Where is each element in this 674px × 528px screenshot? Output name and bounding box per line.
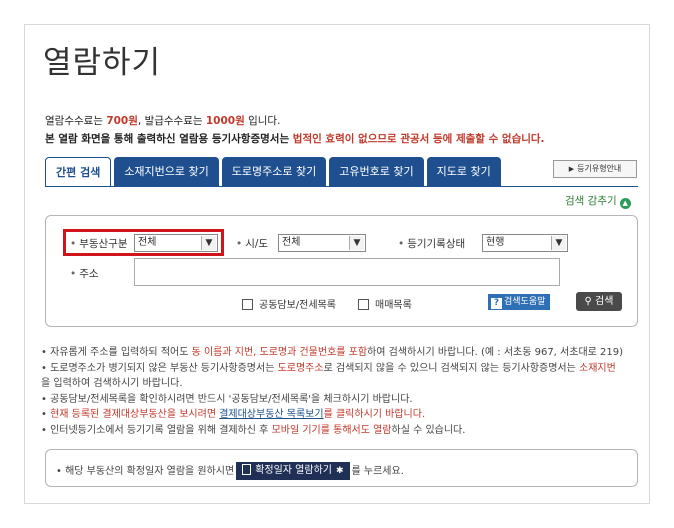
list-item: 공동담보/전세목록을 확인하시려면 반드시 '공동담보/전세목록'을 체크하시기… [41,392,641,408]
search-button[interactable]: ⚲ 검색 [576,292,622,311]
tab-simple-search[interactable]: 간편 검색 [45,157,112,187]
address-label: • 주소 [70,268,99,280]
registry-type-guide-button[interactable]: ▶ 등기유형안내 [553,160,637,178]
chevron-down-icon: ▼ [201,236,216,250]
confirm-date-box: • 해당 부동산의 확정일자 열람을 원하시면 확정일자 열람하기 ✱ 를 누르세요. [45,449,638,487]
chevron-down-icon: ▼ [349,236,364,250]
checkbox-icon [358,299,369,310]
content-area: 열람하기 열람수수료는 700원, 발급수수료는 1000원 입니다. 본 열람… [33,33,641,495]
search-help-button[interactable]: ? 검색도움말 [488,294,550,310]
address-input[interactable] [134,258,560,286]
legal-warning: 본 열람 화면을 통해 출력하신 열람용 등기사항증명서는 법적인 효력이 없으… [45,133,545,145]
search-form: • 부동산구분 전체 ▼ • 시/도 전체 ▼ • 등기기록상태 현행 ▼ • 주소 공동담보… [45,215,638,327]
tab-map-search[interactable]: 지도로 찾기 [426,157,501,187]
tab-unique-number-search[interactable]: 고유번호로 찾기 [329,157,424,187]
browser-frame: 열람하기 열람수수료는 700원, 발급수수료는 1000원 입니다. 본 열람… [24,24,650,504]
list-item: 현재 등록된 결제대상부동산을 보시려면 결제대상부동산 목록보기를 클릭하시기… [41,407,641,423]
confirm-date-text: • 해당 부동산의 확정일자 열람을 원하시면 확정일자 열람하기 ✱ 를 누르세요. [56,462,404,480]
issue-fee: 1000원 [205,115,245,127]
page-title: 열람하기 [43,45,162,81]
tab-lot-number-search[interactable]: 소재지번으로 찾기 [114,157,219,187]
property-type-select[interactable]: 전체 ▼ [134,234,218,252]
record-status-select[interactable]: 현행 ▼ [482,234,568,252]
question-icon: ? [491,298,502,309]
list-item: 자유롭게 주소를 입력하되 적어도 동 이름과 지번, 도로명과 건물번호를 포… [41,345,641,361]
record-status-label: • 등기기록상태 [398,238,466,250]
fee-notice: 열람수수료는 700원, 발급수수료는 1000원 입니다. [45,115,281,127]
chevron-up-icon: ▲ [619,198,631,209]
search-tabs: 간편 검색 소재지번으로 찾기 도로명주소로 찾기 고유번호로 찾기 지도로 찾… [45,157,501,187]
tab-road-address-search[interactable]: 도로명주소로 찾기 [221,157,327,187]
gear-icon: ✱ [335,466,344,476]
region-label: • 시/도 [236,238,269,250]
list-item: 도로명주소가 병기되지 않은 부동산 등기사항증명서는 도로명주소로 검색되지 … [41,361,641,377]
search-icon: ⚲ [584,296,592,307]
tab-underline [45,186,638,187]
checkbox-icon [242,299,253,310]
list-item: 인터넷등기소에서 등기기록 열람을 위해 결제하신 후 모바일 기기를 통해서도… [41,423,641,439]
view-fee: 700원 [106,115,138,127]
hide-search-link[interactable]: 검색 감추기 ▲ [565,193,631,209]
payment-list-link[interactable]: 결제대상부동산 목록보기 [219,409,323,420]
joint-collateral-checkbox[interactable]: 공동담보/전세목록 [242,296,336,311]
document-icon [242,464,252,475]
sales-list-checkbox[interactable]: 매매목록 [358,296,412,311]
instruction-list: 자유롭게 주소를 입력하되 적어도 동 이름과 지번, 도로명과 건물번호를 포… [41,345,641,439]
chevron-down-icon: ▼ [551,236,566,250]
confirm-date-view-button[interactable]: 확정일자 열람하기 ✱ [236,462,350,480]
list-item: 을 입력하여 검색하시기 바랍니다. [41,378,183,390]
region-select[interactable]: 전체 ▼ [278,234,366,252]
property-type-label: • 부동산구분 [70,238,128,250]
arrow-right-icon: ▶ [568,165,575,173]
